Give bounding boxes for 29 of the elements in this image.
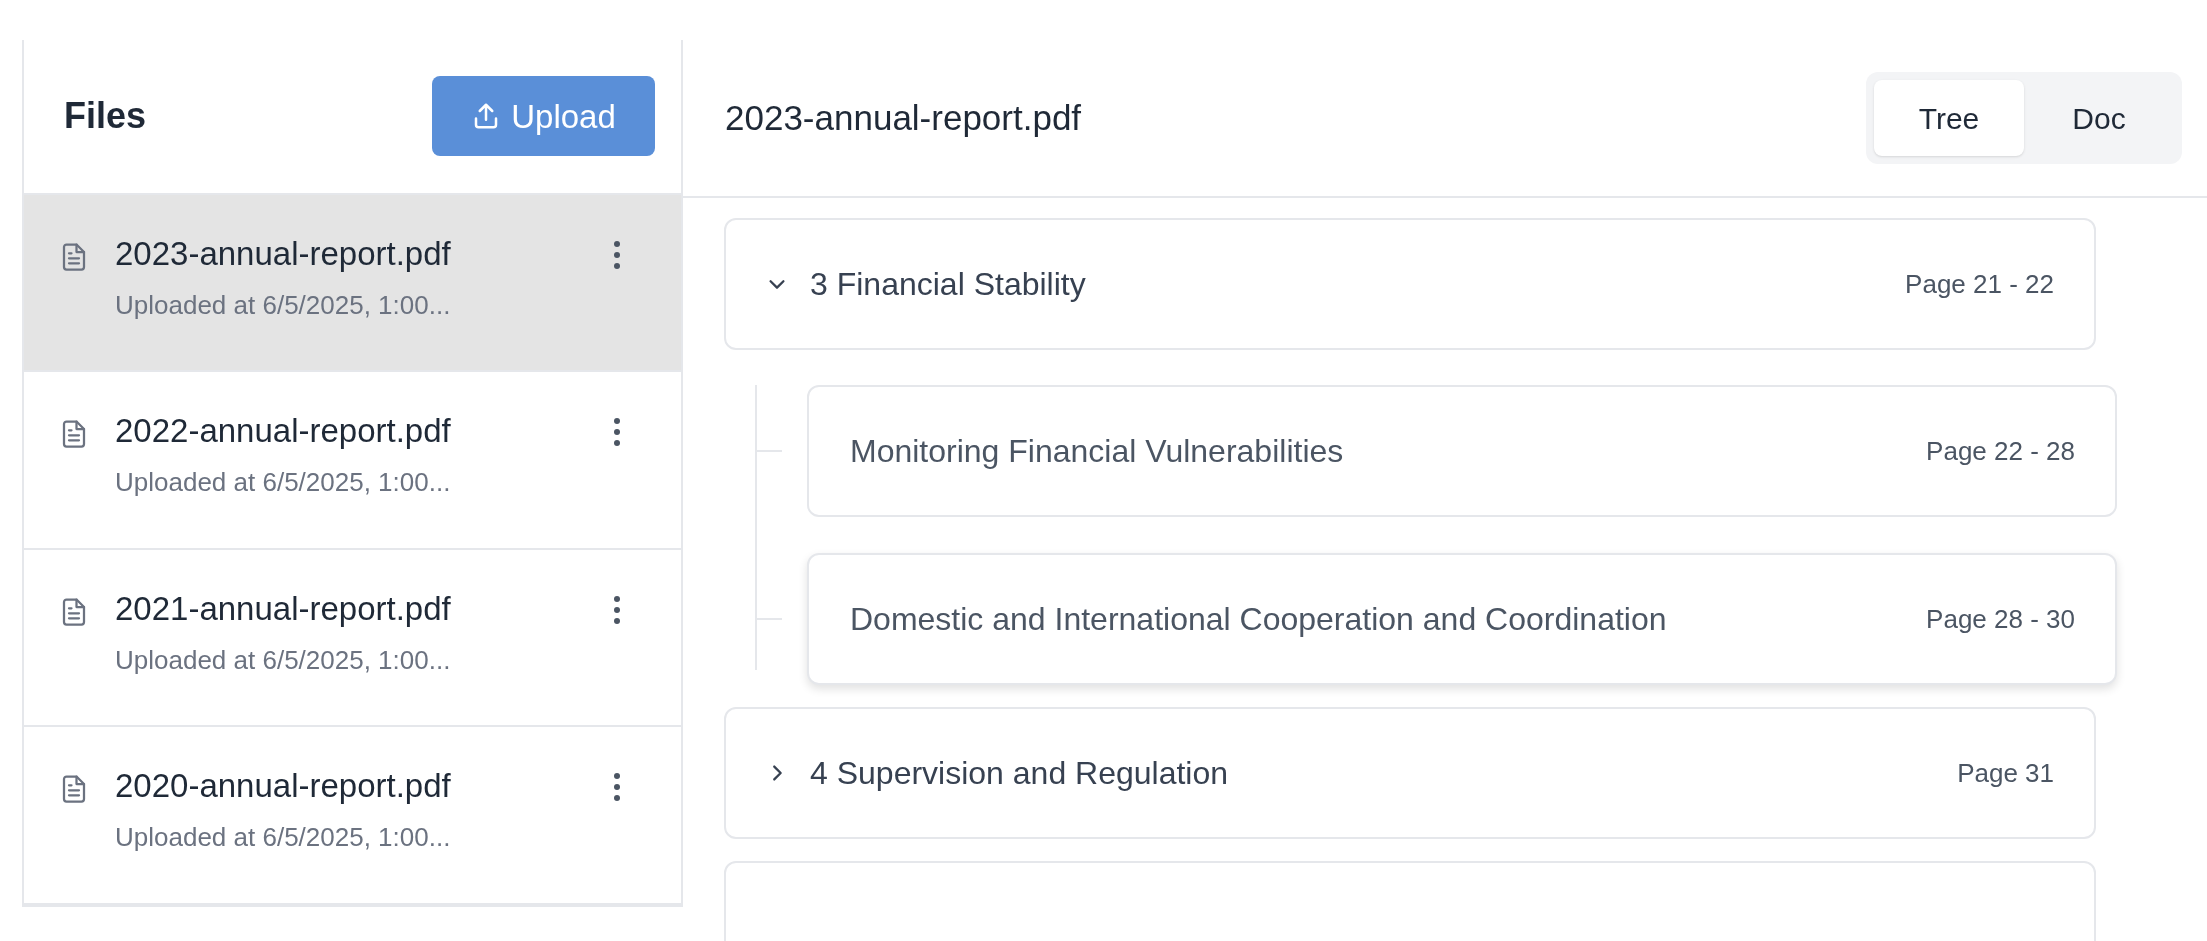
more-options-icon[interactable]: [613, 239, 621, 270]
upload-time: Uploaded at 6/5/2025, 1:00...: [115, 466, 452, 500]
section-card[interactable]: 3 Financial Stability Page 21 - 22: [724, 218, 2096, 350]
subsection-title: Monitoring Financial Vulnerabilities: [850, 432, 1345, 471]
more-options-icon[interactable]: [613, 594, 621, 625]
section-title: 3 Financial Stability: [810, 265, 1087, 304]
page-range: Page 31: [1957, 756, 2054, 790]
view-tab[interactable]: Doc: [2024, 80, 2174, 156]
upload-time: Uploaded at 6/5/2025, 1:00...: [115, 288, 452, 322]
document-title: 2023-annual-report.pdf: [725, 96, 1082, 139]
upload-time: Uploaded at 6/5/2025, 1:00...: [115, 643, 452, 677]
view-tab[interactable]: Tree: [1874, 80, 2024, 156]
file-name: 2021-annual-report.pdf: [115, 588, 452, 629]
file-name: 2022-annual-report.pdf: [115, 411, 452, 452]
sidebar-title: Files: [64, 94, 147, 139]
page-range: Page 28 - 30: [1926, 602, 2075, 636]
subsection-title: Domestic and International Cooperation and Coordination: [850, 600, 1668, 639]
file-name: 2020-annual-report.pdf: [115, 766, 452, 807]
upload-time: Uploaded at 6/5/2025, 1:00...: [115, 821, 452, 855]
file-list-item[interactable]: 2023-annual-report.pdf Uploaded at 6/5/2025, 1:00...: [24, 194, 681, 373]
subsection-card[interactable]: Domestic and International Cooperation and Coordination Page 28 - 30: [807, 553, 2117, 685]
more-options-icon[interactable]: [613, 417, 621, 448]
section-title: 4 Supervision and Regulation: [810, 754, 1230, 793]
page-range: Page 22 - 28: [1926, 434, 2075, 468]
section-card[interactable]: 4 Supervision and Regulation Page 31: [724, 707, 2096, 839]
more-options-icon[interactable]: [613, 772, 621, 803]
page-range: Page 21 - 22: [1905, 267, 2054, 301]
file-name: 2023-annual-report.pdf: [115, 233, 452, 274]
subsection-card[interactable]: Monitoring Financial Vulnerabilities Page 22 - 28: [807, 385, 2117, 517]
